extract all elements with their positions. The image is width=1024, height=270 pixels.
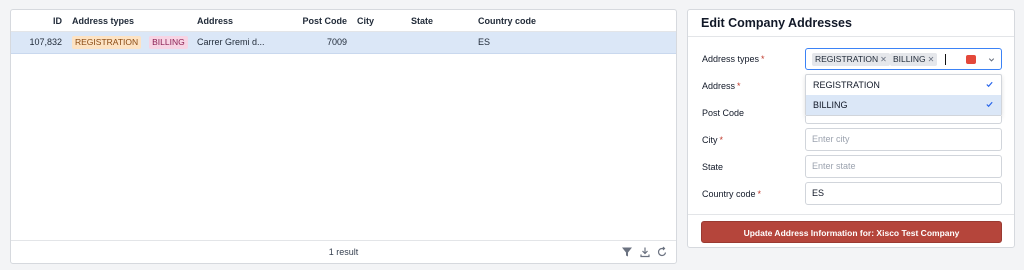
divider xyxy=(688,214,1014,215)
address-types-dropdown: REGISTRATION BILLING xyxy=(805,74,1002,116)
column-header-country-code[interactable]: Country code xyxy=(478,10,536,32)
column-header-id[interactable]: ID xyxy=(11,10,62,32)
tag-registration: REGISTRATION xyxy=(72,36,142,50)
city-input[interactable]: Enter city xyxy=(805,128,1002,151)
tag-billing: BILLING xyxy=(149,36,188,50)
cell-address: Carrer Gremi d... xyxy=(197,37,265,47)
country-code-input[interactable]: ES xyxy=(805,182,1002,205)
option-billing[interactable]: BILLING xyxy=(806,95,1001,115)
chip-remove-icon[interactable]: ✕ xyxy=(880,55,887,64)
address-types-label: Address types * xyxy=(702,54,765,64)
check-icon xyxy=(986,81,993,88)
column-header-state[interactable]: State xyxy=(411,10,433,32)
form-title: Edit Company Addresses xyxy=(701,16,852,30)
column-header-address-types[interactable]: Address types xyxy=(62,10,134,32)
edit-address-form: Edit Company Addresses Address types * RE… xyxy=(687,9,1015,248)
address-table: ID Address types Address Post Code City … xyxy=(10,9,677,264)
result-count: 1 result xyxy=(328,247,359,257)
divider xyxy=(688,36,1014,37)
table-header: ID Address types Address Post Code City … xyxy=(11,10,676,32)
table-footer: 1 result xyxy=(11,240,676,263)
table-row[interactable]: 107,832 REGISTRATION BILLING Carrer Gremi… xyxy=(11,32,676,54)
text-cursor xyxy=(945,54,946,65)
chip-billing: BILLING ✕ xyxy=(890,53,938,66)
keyboard-icon xyxy=(966,55,976,64)
refresh-icon[interactable] xyxy=(656,246,668,258)
post-code-input[interactable] xyxy=(805,116,1002,124)
column-header-address[interactable]: Address xyxy=(197,10,233,32)
option-registration[interactable]: REGISTRATION xyxy=(806,75,1001,95)
column-header-city[interactable]: City xyxy=(357,10,374,32)
filter-icon[interactable] xyxy=(621,246,633,258)
country-code-label: Country code * xyxy=(702,189,762,199)
cell-id: 107,832 xyxy=(29,37,62,47)
chip-remove-icon[interactable]: ✕ xyxy=(928,55,935,64)
cell-post-code: 7009 xyxy=(326,37,347,47)
post-code-label: Post Code xyxy=(702,108,745,118)
column-header-post-code[interactable]: Post Code xyxy=(261,10,347,32)
chevron-down-icon[interactable] xyxy=(987,55,996,64)
download-icon[interactable] xyxy=(639,246,651,258)
chip-registration: REGISTRATION ✕ xyxy=(812,53,890,66)
cell-country-code: ES xyxy=(478,37,491,47)
address-types-multiselect[interactable]: REGISTRATION ✕ BILLING ✕ xyxy=(805,48,1002,70)
check-icon xyxy=(986,101,993,108)
city-label: City * xyxy=(702,135,724,145)
cell-address-types: REGISTRATION BILLING xyxy=(62,32,196,53)
state-input[interactable]: Enter state xyxy=(805,155,1002,178)
update-address-button[interactable]: Update Address Information for: Xisco Te… xyxy=(701,221,1002,243)
state-label: State xyxy=(702,162,724,172)
address-label: Address * xyxy=(702,81,741,91)
